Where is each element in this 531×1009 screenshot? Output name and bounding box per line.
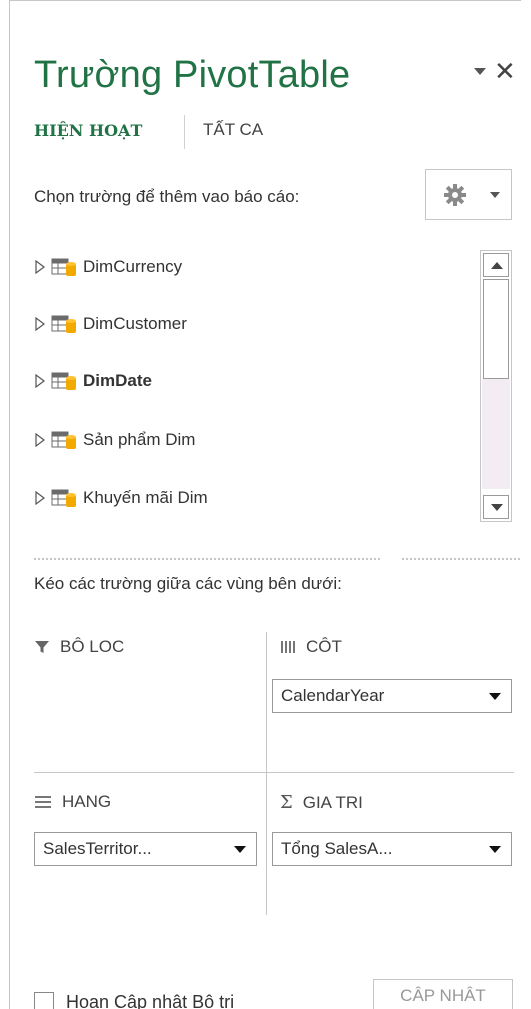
chevron-down-icon — [490, 192, 500, 198]
columns-icon — [281, 641, 295, 653]
defer-update-label: Hoan Câp nhât Bô tri — [66, 992, 235, 1009]
tools-button[interactable] — [425, 169, 512, 220]
chevron-down-icon[interactable] — [234, 846, 246, 853]
values-label: GIA TRI — [302, 792, 363, 812]
field-item-promotion[interactable]: Khuyến mãi Dim — [34, 483, 474, 513]
scrollbar-track[interactable] — [482, 379, 510, 489]
sigma-icon: Σ — [280, 792, 293, 813]
expand-icon[interactable] — [34, 374, 46, 388]
field-item-product[interactable]: Sản phẩm Dim — [34, 425, 474, 455]
arrow-down-icon — [491, 504, 503, 511]
field-label: DimCustomer — [83, 314, 187, 333]
rows-label: HANG — [62, 792, 112, 811]
update-button[interactable]: CÂP NHÂT — [373, 979, 513, 1009]
arrow-up-icon — [491, 262, 503, 269]
scrollbar-thumb[interactable] — [483, 279, 509, 379]
table-icon — [51, 489, 76, 507]
columns-area-header: CÔT — [280, 637, 342, 657]
field-list-scrollbar[interactable] — [480, 250, 512, 522]
values-field-combo[interactable]: Tổng SalesA... — [272, 832, 512, 866]
field-label: DimCurrency — [83, 257, 183, 276]
chevron-down-icon[interactable] — [489, 846, 501, 853]
table-icon — [51, 431, 76, 449]
pane-options-dropdown[interactable] — [474, 68, 486, 75]
section-divider — [34, 558, 380, 560]
expand-icon[interactable] — [34, 491, 46, 505]
section-divider — [402, 558, 520, 560]
rows-icon — [35, 796, 51, 808]
filter-icon — [35, 641, 49, 653]
gear-icon — [444, 184, 466, 206]
defer-update-checkbox[interactable] — [34, 992, 54, 1009]
filters-area-header: BÔ LOC — [34, 637, 124, 657]
field-item-dimcustomer[interactable]: DimCustomer — [34, 309, 474, 339]
columns-field-combo[interactable]: CalendarYear — [272, 679, 512, 713]
expand-icon[interactable] — [34, 260, 46, 274]
columns-field-value: CalendarYear — [281, 686, 385, 705]
table-icon — [51, 258, 76, 276]
columns-label: CÔT — [306, 637, 342, 656]
table-icon — [51, 372, 76, 390]
chevron-down-icon[interactable] — [489, 693, 501, 700]
tab-separator — [184, 115, 185, 149]
expand-icon[interactable] — [34, 433, 46, 447]
values-field-value: Tổng SalesA... — [281, 839, 393, 858]
rows-field-combo[interactable]: SalesTerritor... — [34, 832, 257, 866]
field-label: Khuyến mãi Dim — [83, 488, 208, 507]
field-item-dimdate[interactable]: DimDate — [34, 366, 474, 396]
values-area-header: Σ GIA TRI — [280, 792, 363, 813]
expand-icon[interactable] — [34, 317, 46, 331]
scroll-down-button[interactable] — [483, 495, 509, 519]
rows-area-header: HANG — [34, 792, 111, 812]
field-label: Sản phẩm Dim — [83, 430, 196, 449]
tab-active[interactable]: HIỆN HOẠT — [34, 121, 142, 140]
table-icon — [51, 315, 76, 333]
choose-fields-label: Chọn trường để thêm vao báo cáo: — [34, 187, 300, 206]
pane-title: Trường PivotTable — [34, 54, 351, 96]
areas-horizontal-divider — [34, 772, 514, 773]
scroll-up-button[interactable] — [483, 253, 509, 277]
tab-all[interactable]: TẤT CA — [203, 120, 263, 140]
field-item-dimcurrency[interactable]: DimCurrency — [34, 252, 474, 282]
drag-fields-label: Kéo các trường giữa các vùng bên dưới: — [34, 574, 342, 593]
areas-vertical-divider — [266, 632, 267, 915]
field-label: DimDate — [83, 371, 152, 390]
filters-label: BÔ LOC — [60, 637, 125, 656]
close-icon[interactable]: ✕ — [494, 58, 516, 84]
field-list: DimCurrency DimCustomer DimDate Sản phẩm… — [34, 242, 514, 524]
rows-field-value: SalesTerritor... — [43, 839, 152, 858]
